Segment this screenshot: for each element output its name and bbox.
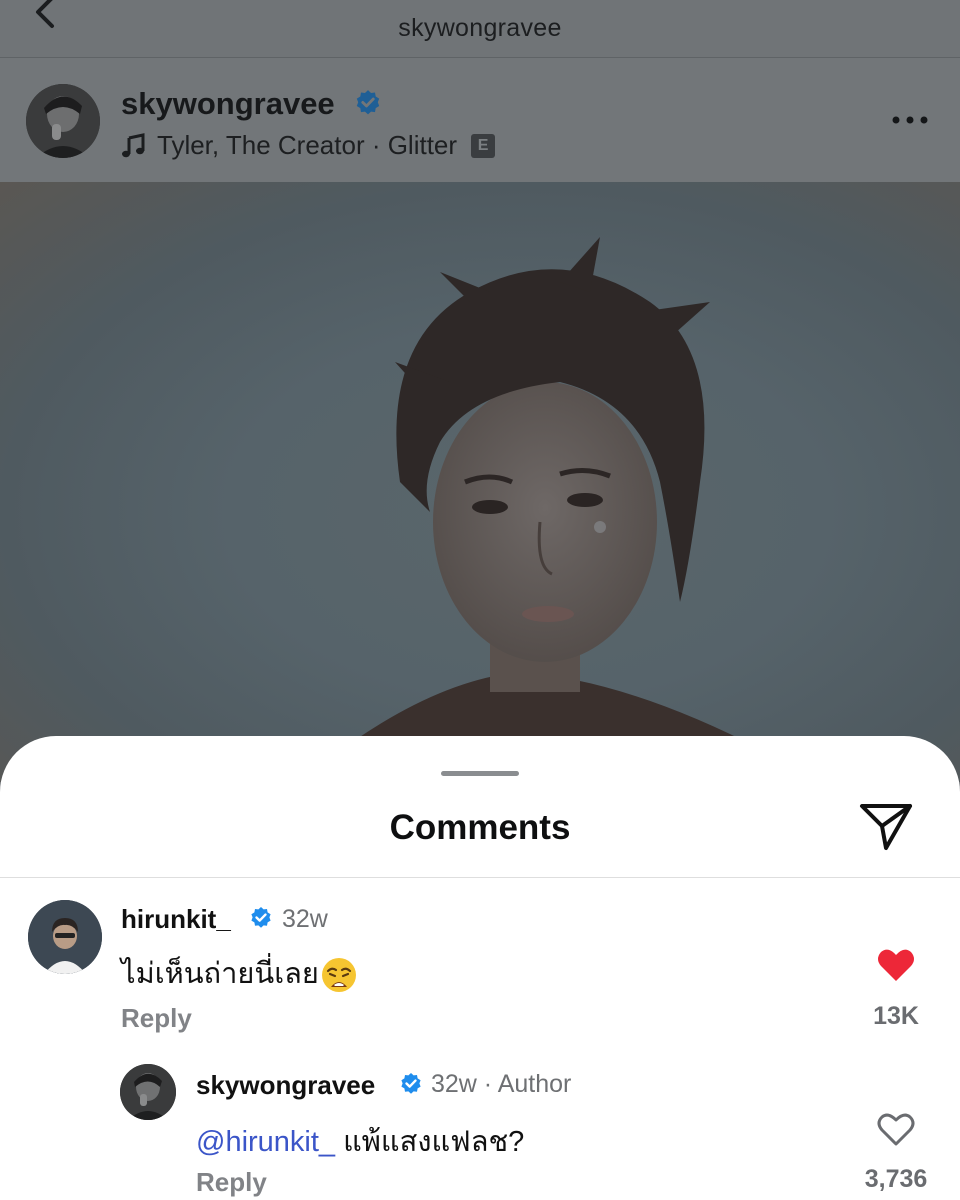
verified-icon — [356, 90, 380, 115]
comments-title: Comments — [389, 808, 571, 847]
music-note-icon — [122, 132, 145, 157]
avatar[interactable] — [26, 84, 100, 158]
mention-link[interactable]: @hirunkit_ — [196, 1126, 335, 1158]
comment-age: 32w — [282, 905, 328, 933]
like-count: 3,736 — [864, 1165, 928, 1193]
drag-handle[interactable] — [441, 771, 519, 776]
divider — [0, 877, 960, 878]
comment-text-body: แพ้แสงแฟลช? — [335, 1126, 525, 1158]
page-title: skywongravee — [398, 14, 562, 42]
reply-button[interactable]: Reply — [196, 1167, 267, 1198]
heart-icon[interactable] — [876, 947, 916, 983]
verified-icon — [401, 1073, 421, 1094]
comment-text-body: ไม่เห็นถ่ายนี่เลย — [121, 958, 319, 990]
portrait-illustration — [300, 237, 820, 782]
music-info[interactable]: Tyler, The Creator · Glitter E — [121, 130, 496, 161]
comment-age-author: 32w · Author — [431, 1070, 572, 1098]
comment-text: @hirunkit_ แพ้แสงแฟลช? — [196, 1118, 524, 1164]
explicit-badge: E — [471, 133, 496, 158]
comment-text: ไม่เห็นถ่ายนี่เลย — [121, 950, 357, 996]
comment-username[interactable]: skywongravee — [196, 1070, 375, 1101]
post-header: skywongravee Tyler, The Creator · Glitte… — [0, 58, 960, 182]
comment-avatar[interactable] — [120, 1064, 176, 1120]
heart-outline-icon[interactable] — [876, 1111, 916, 1147]
comments-sheet: Comments hirunkit_ 32w ไม่เห็นถ่ายนี่เลย — [0, 736, 960, 1200]
verified-icon — [251, 907, 271, 928]
share-icon[interactable] — [858, 800, 914, 852]
like-count: 13K — [873, 1002, 919, 1030]
reply-button[interactable]: Reply — [121, 1003, 192, 1034]
more-icon[interactable] — [890, 114, 930, 126]
weary-emoji-icon — [321, 958, 356, 993]
comment-username[interactable]: hirunkit_ — [121, 904, 231, 935]
post-photo[interactable] — [0, 182, 960, 782]
comment-avatar[interactable] — [28, 900, 102, 974]
post-username[interactable]: skywongravee — [121, 86, 335, 122]
top-bar: skywongravee — [0, 0, 960, 58]
music-track-label: Tyler, The Creator · Glitter — [157, 130, 458, 160]
